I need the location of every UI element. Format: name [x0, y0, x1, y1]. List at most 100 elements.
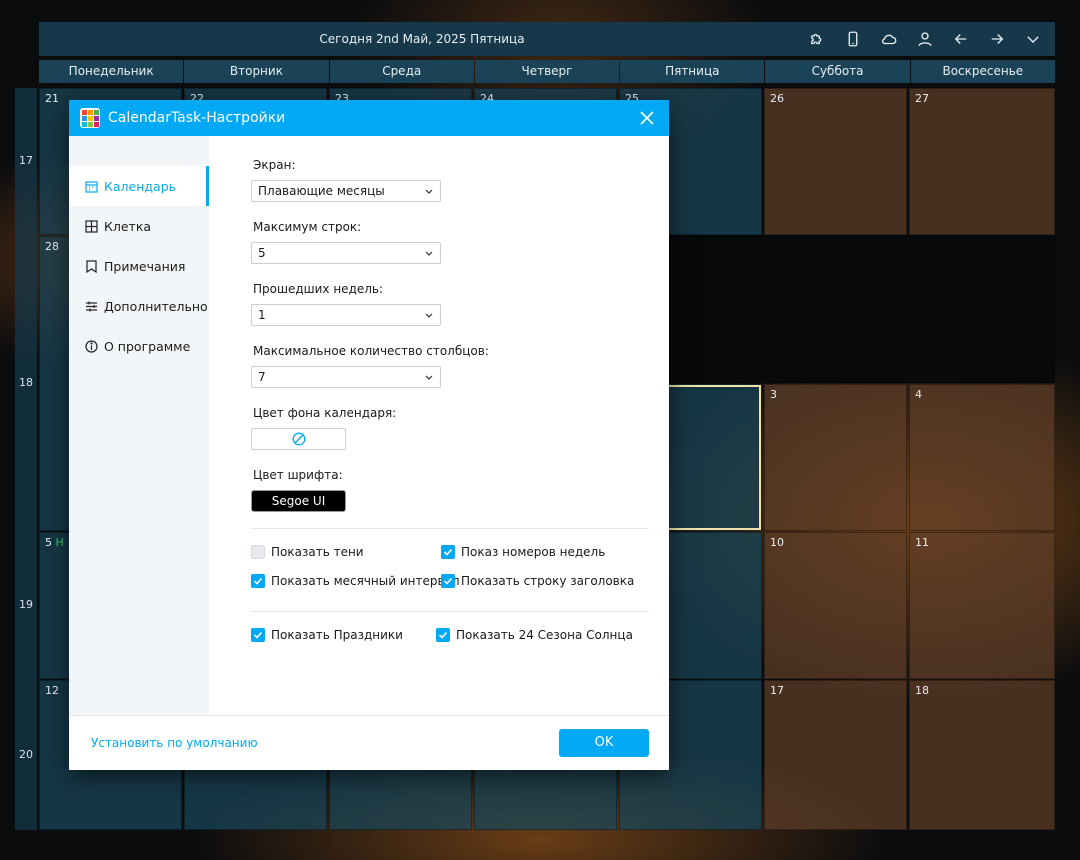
day-number: 27	[915, 92, 929, 105]
chevron-down-icon[interactable]	[1015, 22, 1051, 56]
checkbox-label: Показать месячный интервал	[271, 574, 460, 588]
arrow-left-icon[interactable]	[943, 22, 979, 56]
grid-icon	[84, 219, 98, 233]
day-number: 12	[45, 684, 59, 697]
checkmark-icon	[436, 628, 450, 642]
checkmark-icon	[251, 574, 265, 588]
day-number: 17	[770, 684, 784, 697]
arrow-right-icon[interactable]	[979, 22, 1015, 56]
sidebar-item-calendar[interactable]: Календарь	[69, 166, 209, 206]
select-value: 1	[258, 308, 266, 322]
calendar-icon	[84, 179, 98, 193]
day-number: 4	[915, 388, 922, 401]
day-cell[interactable]: 17	[764, 680, 907, 830]
solar-terms-checkbox[interactable]: Показать 24 Сезона Солнца	[436, 628, 633, 642]
font-color-button[interactable]: Segoe UI	[251, 490, 346, 512]
chevron-down-icon	[425, 189, 433, 194]
sliders-icon	[84, 299, 98, 313]
day-number: 18	[915, 684, 929, 697]
max-rows-select[interactable]: 5	[251, 242, 441, 264]
empty-area	[669, 236, 1055, 383]
sidebar-item-label: Дополнительно	[104, 298, 208, 314]
settings-dialog: CalendarTask-Настройки Календарь Клетка …	[69, 100, 669, 770]
ok-button[interactable]: OK	[559, 729, 649, 757]
checkbox-label: Показать Праздники	[271, 628, 403, 642]
info-icon	[84, 339, 98, 353]
dialog-titlebar: CalendarTask-Настройки	[69, 100, 669, 136]
day-number: 21	[45, 92, 59, 105]
weekday-header: Понедельник Вторник Среда Четверг Пятниц…	[39, 60, 1055, 83]
select-value: 7	[258, 370, 266, 384]
checkbox-box	[251, 545, 265, 559]
checkbox-label: Показать тени	[271, 545, 364, 559]
sidebar-item-notes[interactable]: Примечания	[69, 246, 209, 286]
user-icon[interactable]	[907, 22, 943, 56]
today-title: Сегодня 2nd Май, 2025 Пятница	[319, 32, 525, 46]
reset-defaults-link[interactable]: Установить по умолчанию	[91, 736, 258, 750]
shadows-checkbox[interactable]: Показать тени	[251, 545, 364, 559]
day-cell[interactable]: 11	[909, 532, 1055, 679]
sidebar-item-cell[interactable]: Клетка	[69, 206, 209, 246]
week-number: 20	[19, 748, 33, 761]
checkmark-icon	[441, 545, 455, 559]
chevron-down-icon	[425, 251, 433, 256]
close-icon[interactable]	[633, 104, 661, 132]
week-number: 18	[19, 376, 33, 389]
day-number: 28	[45, 240, 59, 253]
sidebar-item-label: Календарь	[104, 178, 176, 194]
title-bar-checkbox[interactable]: Показать строку заголовка	[441, 574, 634, 588]
past-weeks-label: Прошедших недель:	[253, 282, 384, 296]
checkbox-label: Показ номеров недель	[461, 545, 606, 559]
weekday-label: Понедельник	[39, 60, 184, 83]
bg-color-button[interactable]	[251, 428, 346, 450]
day-cell[interactable]: 27	[909, 88, 1055, 235]
checkbox-label: Показать строку заголовка	[461, 574, 635, 588]
sidebar-item-about[interactable]: О программе	[69, 326, 209, 366]
checkbox-label: Показать 24 Сезона Солнца	[456, 628, 633, 642]
checkmark-icon	[441, 574, 455, 588]
weekday-label: Воскресенье	[910, 60, 1055, 83]
day-cell[interactable]: 4	[909, 384, 1055, 531]
settings-sidebar: Календарь Клетка Примечания Дополнительн…	[69, 136, 209, 715]
day-number: 26	[770, 92, 784, 105]
past-weeks-select[interactable]: 1	[251, 304, 441, 326]
sidebar-item-advanced[interactable]: Дополнительно	[69, 286, 209, 326]
phone-icon[interactable]	[835, 22, 871, 56]
weekday-label: Суббота	[765, 60, 910, 83]
screen-select[interactable]: Плавающие месяцы	[251, 180, 441, 202]
week-number: 17	[19, 154, 33, 167]
weekday-label: Вторник	[184, 60, 329, 83]
chevron-down-icon	[425, 375, 433, 380]
sidebar-item-label: О программе	[104, 338, 191, 354]
weekday-label: Пятница	[620, 60, 765, 83]
select-value: 5	[258, 246, 266, 260]
day-number: 10	[770, 536, 784, 549]
day-cell[interactable]: 10	[764, 532, 907, 679]
cloud-icon[interactable]	[871, 22, 907, 56]
sidebar-item-label: Примечания	[104, 258, 186, 274]
puzzle-icon[interactable]	[799, 22, 835, 56]
day-cell[interactable]: 26	[764, 88, 907, 235]
holidays-checkbox[interactable]: Показать Праздники	[251, 628, 403, 642]
font-color-label: Цвет шрифта:	[253, 468, 343, 482]
bg-color-label: Цвет фона календаря:	[253, 406, 397, 420]
chevron-down-icon	[425, 313, 433, 318]
weekday-label: Среда	[329, 60, 474, 83]
divider	[251, 528, 649, 529]
week-number: 19	[19, 598, 33, 611]
calendar-header: Сегодня 2nd Май, 2025 Пятница	[39, 22, 1055, 56]
max-rows-label: Максимум строк:	[253, 220, 362, 234]
week-number-column	[15, 88, 37, 830]
holiday-label: Н	[55, 536, 64, 549]
day-cell[interactable]: 18	[909, 680, 1055, 830]
sidebar-item-label: Клетка	[104, 218, 152, 234]
day-cell[interactable]: 3	[764, 384, 907, 531]
max-cols-label: Максимальное количество столбцов:	[253, 344, 489, 358]
checkmark-icon	[251, 628, 265, 642]
dialog-title: CalendarTask-Настройки	[108, 110, 286, 126]
max-cols-select[interactable]: 7	[251, 366, 441, 388]
month-interval-checkbox[interactable]: Показать месячный интервал	[251, 574, 460, 588]
week-numbers-checkbox[interactable]: Показ номеров недель	[441, 545, 605, 559]
screen-label: Экран:	[253, 158, 296, 172]
day-number: 11	[915, 536, 929, 549]
